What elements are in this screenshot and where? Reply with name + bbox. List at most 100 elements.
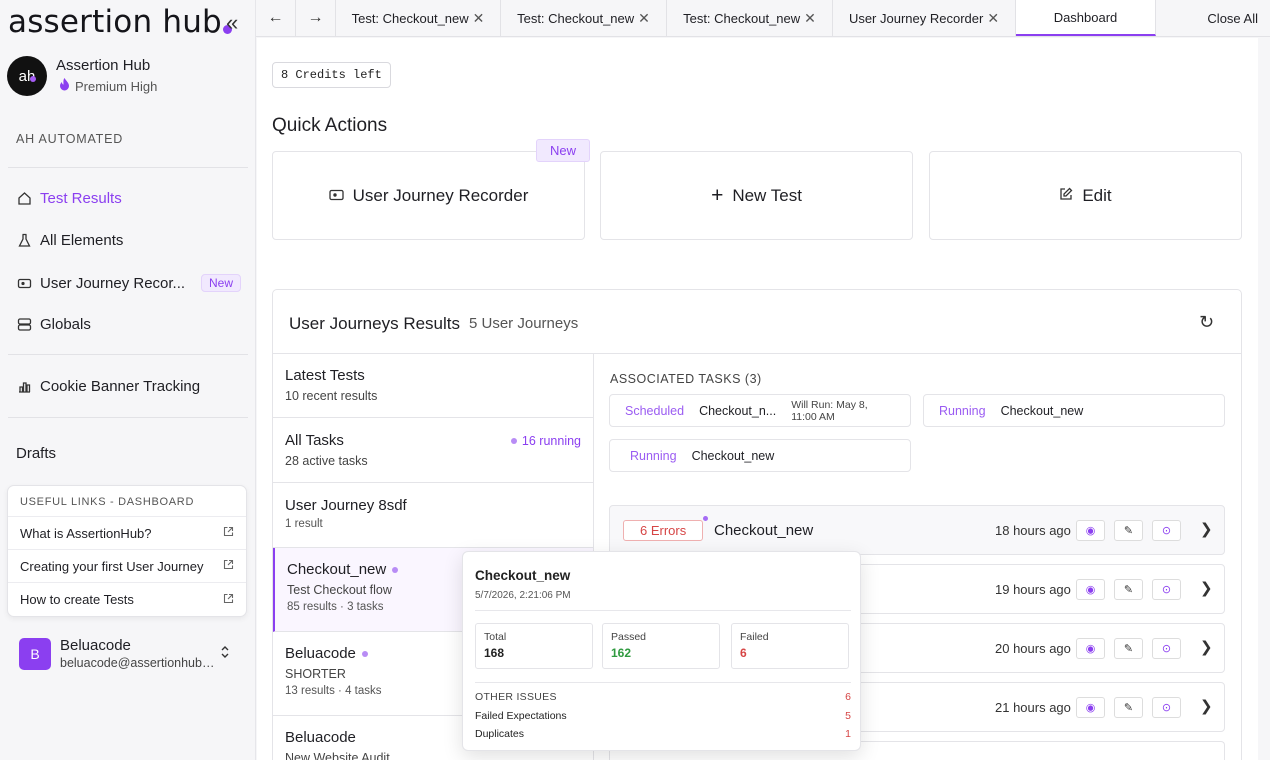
sidebar-item-all-elements[interactable]: All Elements bbox=[16, 232, 241, 249]
org-plan: Premium High bbox=[59, 78, 157, 94]
tab-dashboard[interactable]: Dashboard bbox=[1016, 0, 1156, 36]
stat-failed: Failed 6 bbox=[731, 623, 849, 669]
chevron-right-icon[interactable]: ❯ bbox=[1200, 638, 1213, 656]
edit-button[interactable]: ✎ bbox=[1114, 697, 1143, 718]
home-icon bbox=[16, 191, 32, 207]
run-summary-popover: Checkout_new 5/7/2026, 2:21:06 PM Total … bbox=[462, 551, 861, 751]
divider bbox=[8, 354, 248, 355]
refresh-icon[interactable]: ↻ bbox=[1199, 312, 1214, 333]
errors-badge: 6 Errors bbox=[623, 520, 704, 541]
tab-user-journey-recorder[interactable]: User Journey Recorder ✕ bbox=[833, 0, 1016, 36]
edit-button[interactable]: ✎ bbox=[1114, 638, 1143, 659]
external-link-icon bbox=[223, 559, 234, 573]
close-icon[interactable]: ✕ bbox=[804, 10, 816, 27]
external-link-icon bbox=[223, 526, 234, 540]
close-icon[interactable]: ✕ bbox=[473, 10, 485, 27]
other-issues-row: OTHER ISSUES 6 bbox=[475, 691, 851, 703]
link-what-is-assertionhub[interactable]: What is AssertionHub? bbox=[8, 517, 246, 550]
divider bbox=[475, 610, 851, 611]
results-title: User Journeys Results bbox=[289, 314, 461, 333]
sidebar-item-user-journey-recorder[interactable]: User Journey Recor... New bbox=[16, 274, 241, 292]
run-row[interactable]: 6 Errors Checkout_new 18 hours ago ◉ ✎ ⊙… bbox=[609, 505, 1225, 555]
org-name: Assertion Hub bbox=[56, 57, 151, 74]
new-badge: New bbox=[536, 139, 591, 162]
stat-total: Total 168 bbox=[475, 623, 593, 669]
target-button[interactable]: ⊙ bbox=[1152, 579, 1181, 600]
quick-actions-title: Quick Actions bbox=[272, 115, 388, 136]
close-icon[interactable]: ✕ bbox=[638, 10, 650, 27]
play-button[interactable]: ◉ bbox=[1076, 638, 1105, 659]
divider bbox=[8, 167, 248, 168]
run-name: Checkout_new bbox=[714, 522, 814, 539]
run-time: 21 hours ago bbox=[995, 700, 1071, 715]
user-journey-recorder-button[interactable]: User Journey Recorder bbox=[272, 151, 585, 240]
issue-duplicates: Duplicates 1 bbox=[475, 728, 851, 740]
sidebar-item-test-results[interactable]: Test Results bbox=[16, 190, 241, 207]
issue-failed-expectations: Failed Expectations 5 bbox=[475, 710, 851, 722]
link-create-tests[interactable]: How to create Tests bbox=[8, 583, 246, 616]
close-icon[interactable]: ✕ bbox=[987, 10, 999, 27]
tab-bar: ← → Test: Checkout_new ✕ Test: Checkout_n… bbox=[256, 0, 1270, 37]
status-dot bbox=[392, 566, 399, 573]
flask-icon bbox=[16, 233, 32, 249]
results-count: 5 User Journeys bbox=[469, 315, 579, 332]
edit-button[interactable]: ✎ bbox=[1114, 520, 1143, 541]
edit-button[interactable]: ✎ bbox=[1114, 579, 1143, 600]
list-item-all-tasks[interactable]: All Tasks 28 active tasks 16 running bbox=[273, 419, 593, 483]
close-all-tabs-button[interactable]: Close All bbox=[1195, 0, 1270, 36]
video-icon bbox=[328, 186, 344, 206]
associated-tasks-label: ASSOCIATED TASKS (3) bbox=[610, 372, 762, 386]
back-arrow-icon[interactable]: ← bbox=[256, 0, 296, 36]
tab-test-checkout-1[interactable]: Test: Checkout_new ✕ bbox=[336, 0, 501, 36]
list-item-user-journey-8sdf[interactable]: User Journey 8sdf 1 result bbox=[273, 484, 593, 548]
tab-test-checkout-2[interactable]: Test: Checkout_new ✕ bbox=[501, 0, 667, 36]
sidebar-item-cookie-banner-tracking[interactable]: Cookie Banner Tracking bbox=[16, 378, 241, 395]
user-name: Beluacode bbox=[60, 637, 131, 654]
drafts-heading[interactable]: Drafts bbox=[16, 445, 56, 462]
list-item-latest-tests[interactable]: Latest Tests 10 recent results bbox=[273, 354, 593, 418]
sidebar: assertion hub « ah Assertion Hub Premium… bbox=[0, 0, 256, 760]
run-time: 20 hours ago bbox=[995, 641, 1071, 656]
play-button[interactable]: ◉ bbox=[1076, 579, 1105, 600]
chevron-right-icon[interactable]: ❯ bbox=[1200, 579, 1213, 597]
running-count: 16 running bbox=[510, 434, 581, 448]
plus-icon: + bbox=[711, 183, 724, 207]
chevron-up-down-icon[interactable] bbox=[220, 645, 230, 659]
run-time: 19 hours ago bbox=[995, 582, 1071, 597]
database-icon bbox=[16, 317, 32, 333]
credits-badge: 8 Credits left bbox=[272, 62, 391, 88]
chevron-right-icon[interactable]: ❯ bbox=[1200, 520, 1213, 538]
forward-arrow-icon[interactable]: → bbox=[296, 0, 336, 36]
external-link-icon bbox=[223, 593, 234, 607]
user-email: beluacode@assertionhub.com bbox=[60, 656, 215, 670]
edit-icon bbox=[1059, 186, 1073, 206]
collapse-sidebar-button[interactable]: « bbox=[226, 10, 238, 36]
chevron-right-icon[interactable]: ❯ bbox=[1200, 697, 1213, 715]
section-label: AH AUTOMATED bbox=[16, 132, 124, 146]
new-badge: New bbox=[200, 274, 241, 292]
play-button[interactable]: ◉ bbox=[1076, 697, 1105, 718]
bar-chart-icon bbox=[16, 379, 32, 395]
task-chip-running[interactable]: Running Checkout_new bbox=[923, 394, 1225, 427]
target-button[interactable]: ⊙ bbox=[1152, 520, 1181, 541]
tab-test-checkout-3[interactable]: Test: Checkout_new ✕ bbox=[667, 0, 833, 36]
flame-icon bbox=[59, 78, 70, 94]
target-button[interactable]: ⊙ bbox=[1152, 697, 1181, 718]
task-chip-running[interactable]: Running Checkout_new bbox=[609, 439, 911, 472]
link-first-user-journey[interactable]: Creating your first User Journey bbox=[8, 550, 246, 583]
popover-title: Checkout_new bbox=[475, 568, 571, 583]
sidebar-item-globals[interactable]: Globals bbox=[16, 316, 241, 333]
user-avatar: B bbox=[19, 638, 51, 670]
useful-links-card: USEFUL LINKS - DASHBOARD What is Asserti… bbox=[7, 485, 247, 617]
popover-date: 5/7/2026, 2:21:06 PM bbox=[475, 590, 571, 601]
task-chip-scheduled[interactable]: Scheduled Checkout_n... Will Run: May 8,… bbox=[609, 394, 911, 427]
org-avatar: ah bbox=[7, 56, 47, 96]
edit-button[interactable]: Edit bbox=[929, 151, 1242, 240]
target-button[interactable]: ⊙ bbox=[1152, 638, 1181, 659]
status-dot bbox=[703, 516, 708, 521]
play-button[interactable]: ◉ bbox=[1076, 520, 1105, 541]
useful-links-title: USEFUL LINKS - DASHBOARD bbox=[8, 486, 246, 517]
logo[interactable]: assertion hub bbox=[8, 4, 232, 40]
stat-passed: Passed 162 bbox=[602, 623, 720, 669]
new-test-button[interactable]: + New Test bbox=[600, 151, 913, 240]
